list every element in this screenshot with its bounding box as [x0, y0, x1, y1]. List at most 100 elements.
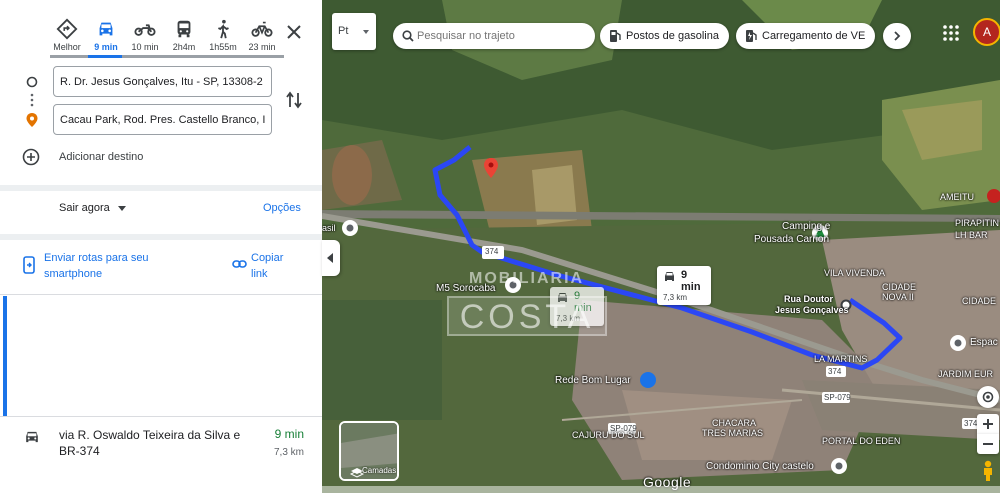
route-option[interactable]: via R. Oswaldo Teixeira da Silva e BR-37… — [0, 418, 322, 480]
ev-charger-icon — [746, 30, 757, 42]
road-label-sp079: SP-079 — [610, 424, 637, 433]
mode-motorcycle-label: 10 min — [131, 42, 159, 52]
map-label-lh-bar: LH BAR — [955, 230, 988, 240]
mode-best[interactable]: Melhor — [47, 18, 87, 58]
map-label-rua: Jesus Gonçalves — [775, 305, 849, 315]
account-avatar[interactable]: A — [973, 18, 1000, 46]
map-canvas[interactable]: Pt Postos de gasolina Carregamento de VE… — [322, 0, 1000, 493]
bus-icon — [177, 20, 191, 38]
mode-underline-active — [88, 55, 122, 58]
road-label-374: 374 — [964, 419, 978, 428]
map-label-la-martins: LA MARTINS — [814, 354, 868, 364]
mode-bike[interactable]: 23 min — [242, 18, 282, 58]
map-label-cidade-nova: NOVA II — [882, 292, 914, 302]
mode-bike-label: 23 min — [248, 42, 276, 52]
mode-walk[interactable]: 1h55m — [203, 18, 243, 58]
search-icon — [402, 30, 414, 42]
shopping-poi-icon[interactable] — [640, 372, 656, 388]
mode-walk-label: 1h55m — [209, 42, 237, 52]
road-label-374: 374 — [828, 367, 842, 376]
language-select[interactable]: Pt — [332, 13, 376, 50]
gas-station-icon — [610, 30, 621, 42]
section-divider — [0, 185, 322, 191]
section-divider — [0, 294, 322, 295]
satellite-imagery — [322, 0, 1000, 493]
map-label-vila-vivenda: VILA VIVENDA — [824, 268, 886, 278]
zoom-out-button[interactable] — [977, 434, 999, 454]
map-label-camping: Pousada Carrion — [754, 234, 830, 245]
watermark-text: MOBILIARIA — [469, 270, 585, 287]
route-time-callout[interactable]: 9 min 7,3 km — [657, 266, 711, 305]
copy-link-button[interactable]: Copiar link — [232, 250, 312, 284]
walk-icon — [218, 19, 229, 39]
directions-panel: Melhor 9 min 10 min 2h4m 1h55m 23 min R.… — [0, 0, 322, 493]
diamond-directions-icon — [56, 18, 78, 40]
route-distance: 7,3 km — [273, 447, 304, 458]
map-label-cidade-nova: CIDADE — [882, 282, 917, 292]
map-label-pirapitin: PIRAPITIN — [955, 218, 1000, 228]
destination-pin-icon — [26, 113, 38, 127]
mode-car[interactable]: 9 min — [86, 18, 126, 58]
origin-input[interactable] — [53, 66, 272, 97]
mode-underline — [50, 55, 284, 58]
phone-send-icon — [23, 256, 35, 274]
zoom-in-button[interactable] — [977, 414, 999, 434]
language-label: Pt — [338, 25, 349, 37]
map-zoom-controls — [977, 386, 999, 470]
swap-stops-button[interactable] — [285, 90, 303, 110]
google-apps-button[interactable] — [941, 23, 961, 43]
car-icon — [99, 22, 113, 36]
route-dots-icon — [30, 93, 34, 107]
add-destination-label: Adicionar destino — [59, 151, 144, 163]
options-link[interactable]: Opções — [263, 202, 301, 214]
my-location-button[interactable] — [977, 386, 999, 408]
map-label-jardim: JARDIM EUR — [938, 369, 994, 379]
more-chips-button[interactable] — [883, 23, 911, 49]
caret-down-icon — [117, 205, 126, 211]
motorcycle-icon — [134, 24, 156, 36]
send-to-phone-button[interactable]: Enviar rotas para seu smartphone — [22, 250, 192, 284]
map-label-brasil: asil — [322, 223, 336, 233]
chevron-left-icon — [327, 253, 333, 263]
map-label-chacara: TRES MARIAS — [702, 428, 764, 438]
map-label-rua: Rua Doutor — [784, 294, 833, 304]
mode-transit[interactable]: 2h4m — [164, 18, 204, 58]
pegman-icon — [984, 460, 992, 481]
minus-icon — [983, 443, 993, 445]
swap-arrows-icon — [286, 91, 302, 109]
travel-mode-selector: Melhor 9 min 10 min 2h4m 1h55m 23 min — [0, 0, 322, 62]
apps-grid-icon — [943, 25, 959, 41]
route-search-box[interactable] — [393, 23, 595, 49]
mode-motorcycle[interactable]: 10 min — [125, 18, 165, 58]
map-label-rede: Rede Bom Lugar — [555, 375, 631, 386]
bicycle-icon — [251, 21, 273, 37]
layers-button[interactable]: Camadas — [339, 421, 399, 481]
chip-gas-stations[interactable]: Postos de gasolina — [600, 23, 729, 49]
caret-down-icon — [363, 30, 369, 34]
depart-label: Sair agora — [59, 202, 110, 214]
copy-link-label: Copiar link — [251, 252, 284, 280]
map-label-cidade: CIDADE — [962, 296, 997, 306]
route-search-input[interactable] — [417, 27, 587, 45]
car-icon — [665, 272, 674, 281]
chip-gas-label: Postos de gasolina — [626, 30, 719, 42]
attribution-bar — [322, 486, 1000, 493]
street-view-pegman[interactable] — [981, 460, 995, 482]
map-label-condominio: Condominio City castelo — [706, 461, 814, 472]
chip-ev-charging[interactable]: Carregamento de VE — [736, 23, 876, 49]
mode-transit-label: 2h4m — [172, 42, 196, 52]
map-label-espaco: Espac — [970, 337, 998, 348]
close-icon — [287, 25, 301, 39]
collapse-panel-button[interactable] — [322, 240, 340, 276]
origin-circle-icon — [26, 76, 38, 88]
close-directions-button[interactable] — [284, 22, 304, 42]
route-time: 9 min — [274, 427, 304, 441]
depart-time-dropdown[interactable]: Sair agora — [59, 202, 126, 214]
destination-input[interactable] — [53, 104, 272, 135]
chip-ev-label: Carregamento de VE — [762, 30, 866, 42]
route-name: via R. Oswaldo Teixeira da Silva e BR-37… — [59, 428, 241, 458]
send-to-phone-label: Enviar rotas para seu smartphone — [44, 252, 149, 280]
add-circle-icon — [22, 148, 40, 166]
map-label-chacara: CHACARA — [712, 418, 757, 428]
car-icon — [26, 431, 38, 443]
